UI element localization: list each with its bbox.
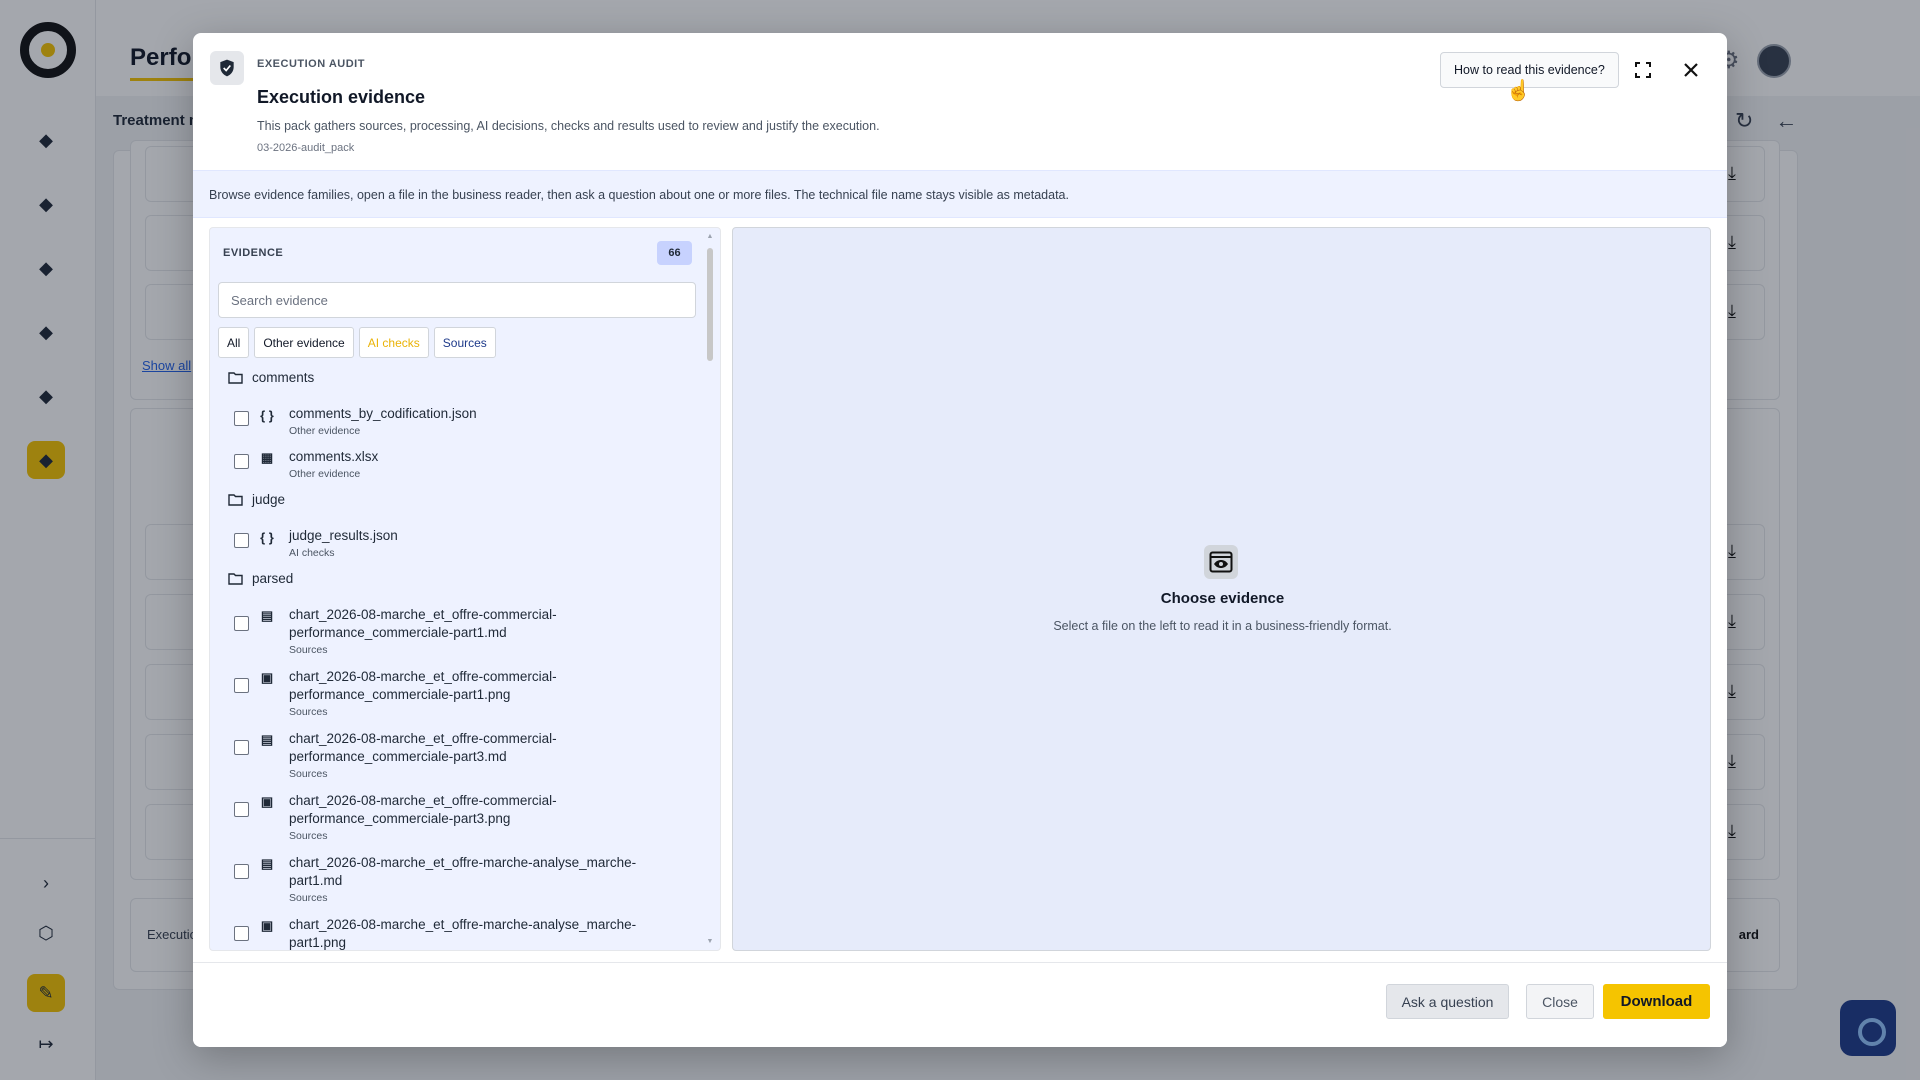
download-button[interactable]: Download [1603, 984, 1710, 1019]
file-checkbox[interactable] [234, 740, 249, 755]
search-input[interactable] [218, 282, 696, 318]
reader-empty-title: Choose evidence [1160, 590, 1285, 607]
ask-question-button[interactable]: Ask a question [1386, 984, 1509, 1019]
list-scrollbar[interactable]: ▲ ▼ [705, 233, 715, 945]
scroll-thumb[interactable] [707, 248, 713, 361]
folder-icon [228, 372, 243, 384]
file-name[interactable]: chart_2026-08-marche_et_offre-commercial… [289, 668, 679, 704]
braces-icon: { } [260, 529, 274, 545]
file-name[interactable]: chart_2026-08-marche_et_offre-commercial… [289, 730, 679, 766]
folder-name: parsed [252, 571, 294, 586]
folder-icon [228, 494, 243, 506]
file-checkbox[interactable] [234, 864, 249, 879]
file-category: Sources [289, 644, 328, 656]
image-icon: ▣ [260, 794, 274, 809]
file-name[interactable]: comments_by_codification.json [289, 405, 679, 423]
scroll-down-icon[interactable]: ▼ [705, 938, 715, 945]
hand-cursor-icon: ☝ [1506, 80, 1531, 102]
file-checkbox[interactable] [234, 533, 249, 548]
document-icon: ▤ [260, 856, 274, 871]
file-name[interactable]: judge_results.json [289, 527, 679, 545]
file-name[interactable]: chart_2026-08-marche_et_offre-marche-ana… [289, 916, 679, 950]
close-button[interactable]: Close [1526, 984, 1594, 1019]
file-name[interactable]: chart_2026-08-marche_et_offre-commercial… [289, 792, 679, 828]
table-icon: ▦ [260, 450, 274, 465]
info-text: Browse evidence families, open a file in… [209, 188, 1069, 202]
file-name[interactable]: chart_2026-08-marche_et_offre-commercial… [289, 606, 679, 642]
filter-other-evidence[interactable]: Other evidence [254, 327, 354, 358]
file-category: Sources [289, 768, 328, 780]
filter-all[interactable]: All [218, 327, 250, 358]
fullscreen-icon[interactable] [1633, 60, 1653, 80]
file-checkbox[interactable] [234, 926, 249, 941]
evidence-modal: EXECUTION AUDIT Execution evidence This … [193, 33, 1727, 1047]
file-checkbox[interactable] [234, 454, 249, 469]
document-icon: ▤ [260, 732, 274, 747]
folder-icon [228, 573, 243, 585]
folder-name: judge [252, 492, 286, 507]
file-category: Other evidence [289, 468, 361, 480]
file-category: AI checks [289, 547, 335, 559]
folder-name: comments [252, 370, 315, 385]
file-category: Sources [289, 830, 328, 842]
image-icon: ▣ [260, 918, 274, 933]
evidence-count-badge: 66 [657, 241, 692, 265]
file-name[interactable]: comments.xlsx [289, 448, 679, 466]
scroll-up-icon[interactable]: ▲ [705, 233, 715, 240]
file-checkbox[interactable] [234, 678, 249, 693]
eye-icon [1204, 545, 1238, 579]
file-category: Other evidence [289, 425, 361, 437]
filter-ai-checks[interactable]: AI checks [358, 327, 429, 358]
filter-sources[interactable]: Sources [433, 327, 496, 358]
business-reader-panel: Choose evidence Select a file on the lef… [732, 227, 1711, 951]
modal-eyebrow: EXECUTION AUDIT [257, 58, 365, 70]
document-icon: ▤ [260, 608, 274, 623]
file-checkbox[interactable] [234, 616, 249, 631]
file-category: Sources [289, 892, 328, 904]
file-checkbox[interactable] [234, 802, 249, 817]
image-icon: ▣ [260, 670, 274, 685]
info-band: Browse evidence families, open a file in… [193, 170, 1727, 218]
file-checkbox[interactable] [234, 411, 249, 426]
modal-footer: Ask a question Close Download [193, 962, 1727, 1047]
folder-judge[interactable]: judge [228, 492, 285, 507]
braces-icon: { } [260, 407, 274, 423]
modal-title: Execution evidence [257, 87, 426, 107]
file-category: Sources [289, 706, 328, 718]
shield-check-icon [210, 51, 244, 85]
reader-empty-subtitle: Select a file on the left to read it in … [1053, 619, 1392, 633]
evidence-header: EVIDENCE [223, 247, 284, 259]
file-name[interactable]: chart_2026-08-marche_et_offre-marche-ana… [289, 854, 679, 890]
filter-chips: All Other evidence AI checks Sources [218, 327, 496, 358]
folder-comments[interactable]: comments [228, 370, 314, 385]
close-icon[interactable] [1680, 59, 1702, 81]
folder-parsed[interactable]: parsed [228, 571, 293, 586]
modal-description: This pack gathers sources, processing, A… [257, 119, 880, 133]
modal-meta: 03-2026-audit_pack [257, 142, 355, 154]
evidence-list-panel: EVIDENCE 66 All Other evidence AI checks… [209, 227, 721, 951]
